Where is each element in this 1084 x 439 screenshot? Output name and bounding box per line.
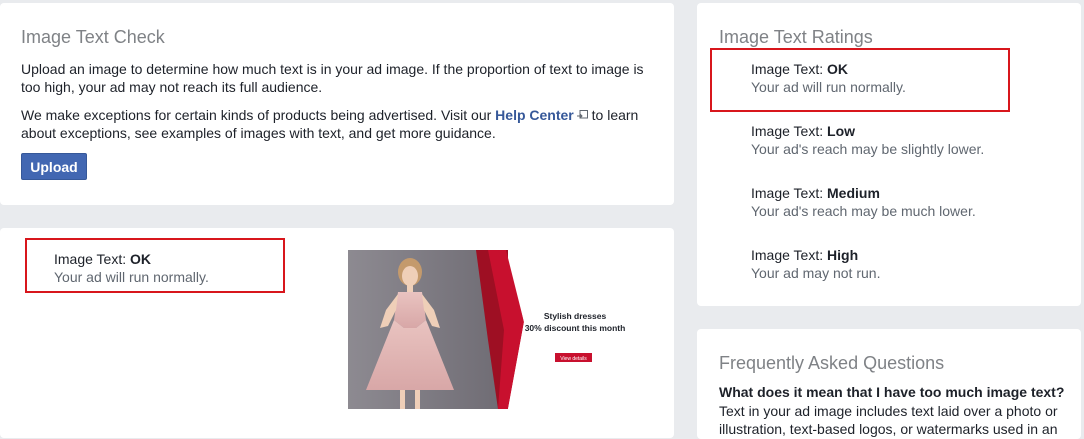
- exceptions-paragraph: We make exceptions for certain kinds of …: [21, 106, 651, 142]
- rating-description: Your ad will run normally.: [751, 79, 906, 95]
- rating-label: Image Text:: [751, 123, 828, 139]
- ad-headline-line2: 30% discount this month: [525, 323, 626, 333]
- rating-ok: Image Text: OK Your ad will run normally…: [751, 60, 906, 96]
- intro-paragraph: Upload an image to determine how much te…: [21, 61, 644, 95]
- rating-description: Your ad may not run.: [751, 265, 881, 281]
- result-label: Image Text:: [54, 251, 131, 267]
- rating-value: Medium: [827, 185, 880, 201]
- ad-artwork: Stylish dresses 30% discount this month …: [348, 250, 650, 409]
- faq-answer-line1: Text in your ad image includes text laid…: [719, 403, 1058, 419]
- result-rating: Image Text: OK Your ad will run normally…: [54, 250, 209, 286]
- rating-value: High: [827, 247, 859, 263]
- rating-label: Image Text:: [751, 247, 828, 263]
- rating-label: Image Text:: [751, 61, 828, 77]
- rating-description: Your ad's reach may be much lower.: [751, 203, 976, 219]
- result-description: Your ad will run normally.: [54, 269, 209, 285]
- rating-value: OK: [827, 61, 849, 77]
- result-value: OK: [130, 251, 152, 267]
- external-link-icon[interactable]: [576, 110, 588, 121]
- rating-value: Low: [827, 123, 856, 139]
- upload-button[interactable]: Upload: [21, 153, 87, 180]
- faq-title: Frequently Asked Questions: [719, 353, 945, 373]
- rating-high: Image Text: High Your ad may not run.: [751, 246, 880, 282]
- ad-view-details-label: View details: [560, 356, 587, 362]
- rating-medium: Image Text: Medium Your ad's reach may b…: [751, 184, 976, 220]
- ad-preview-image: Stylish dresses 30% discount this month …: [348, 250, 650, 409]
- faq-answer-line2: illustration, text-based logos, or water…: [719, 421, 1058, 437]
- rating-label: Image Text:: [751, 185, 828, 201]
- image-text-ratings-title: Image Text Ratings: [719, 27, 873, 47]
- help-center-link[interactable]: Help Center: [495, 107, 574, 123]
- faq-card: Frequently Asked Questions What does it …: [697, 329, 1081, 439]
- image-text-check-card: Image Text Check Upload an image to dete…: [0, 3, 674, 205]
- rating-low: Image Text: Low Your ad's reach may be s…: [751, 122, 984, 158]
- image-text-check-title: Image Text Check: [21, 27, 165, 47]
- exceptions-text-before: We make exceptions for certain kinds of …: [21, 107, 496, 123]
- faq-question[interactable]: What does it mean that I have too much i…: [719, 384, 1064, 400]
- ad-headline-line1: Stylish dresses: [544, 311, 607, 321]
- rating-description: Your ad's reach may be slightly lower.: [751, 141, 985, 157]
